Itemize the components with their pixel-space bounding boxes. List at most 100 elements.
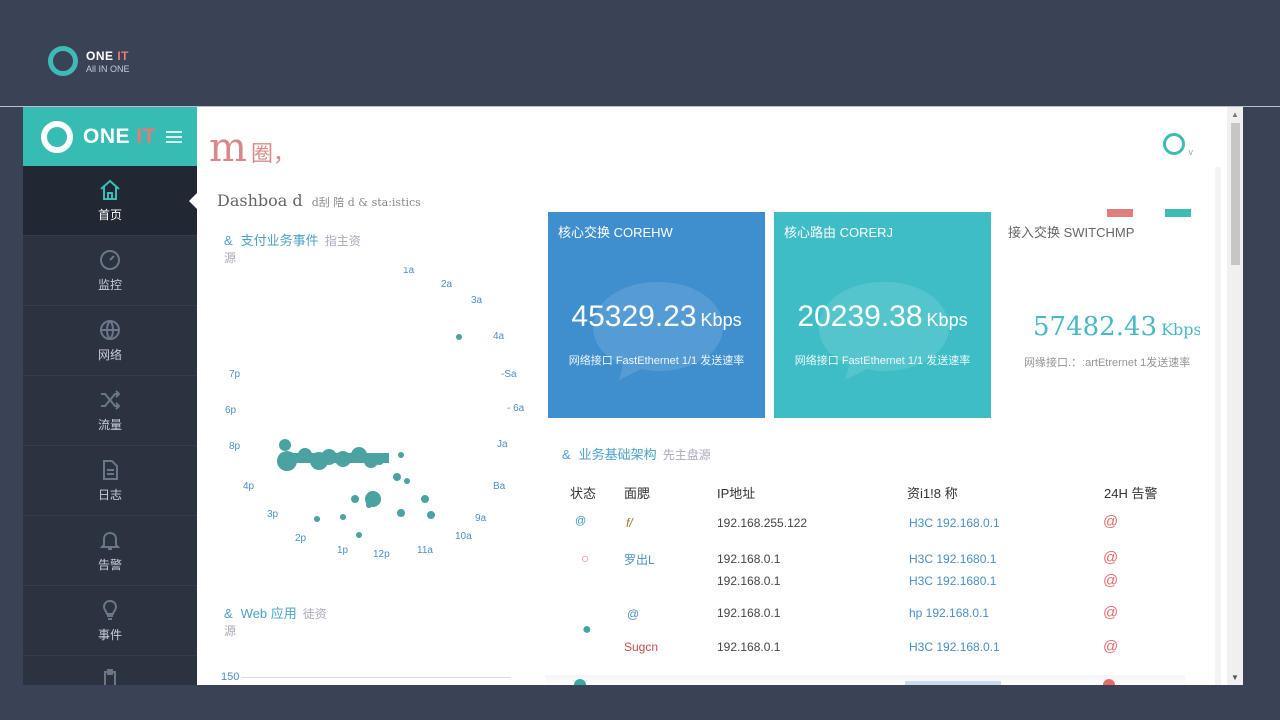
row-alarm[interactable]: @ bbox=[1103, 513, 1118, 530]
clock-hour-label: 6p bbox=[225, 405, 237, 416]
card-value-unit: Kbps bbox=[926, 310, 968, 330]
table-header-status: 状态 bbox=[570, 486, 597, 501]
dashboard-title: Dashboa d d刮 陪 d & sta:istics bbox=[217, 191, 421, 210]
clock-hour-label: 2a bbox=[441, 279, 453, 290]
clock-event-dot bbox=[351, 495, 359, 503]
web-section-hint2: 源 bbox=[224, 624, 237, 638]
sidebar-item-home[interactable]: 首页 bbox=[23, 166, 197, 236]
vertical-scrollbar[interactable]: ▲ ▼ bbox=[1227, 107, 1243, 685]
scroll-up-icon[interactable]: ▲ bbox=[1231, 110, 1239, 119]
row-device[interactable]: H3C 192.168.0.1 bbox=[909, 516, 1000, 530]
row-status: ○ bbox=[581, 550, 590, 566]
right-rail bbox=[1215, 167, 1221, 685]
card-value: 20239.38 Kbps bbox=[774, 300, 991, 334]
table-header-ip: IP地址 bbox=[717, 486, 756, 501]
web-section-title: & Web 应用 徒资 源 bbox=[224, 603, 327, 639]
clock-hour-label: Ba bbox=[493, 481, 506, 492]
card-value-unit: Kbps bbox=[1161, 320, 1200, 339]
card-description: 网络接口 FastEthernet 1/1 发送速率 bbox=[794, 355, 971, 367]
row-name[interactable]: f/ bbox=[626, 516, 633, 530]
event-clock-chart: 1a 2a 3a 4a -Sa - 6a Ja Ba 9a 10a 11a 12p 1p 2p 3p 4p 8p… bbox=[219, 265, 539, 567]
top-tagline: All IN ONE bbox=[86, 63, 130, 74]
web-chart-ymax: 150 bbox=[221, 671, 240, 683]
sidebar-item-monitor[interactable]: 监控 bbox=[23, 236, 197, 306]
row-device[interactable]: H3C 192.1680.1 bbox=[909, 574, 996, 588]
sidebar-brand: ONE IT bbox=[83, 125, 156, 149]
top-bar: ONE IT All IN ONE bbox=[0, 0, 1280, 106]
card-title: 接入交换 SWITCHMP bbox=[1008, 225, 1135, 240]
clock-chart-svg: 1a 2a 3a 4a -Sa - 6a Ja Ba 9a10a 11a 12p 1p 2p 3p 4p 8p… bbox=[225, 265, 525, 560]
row-device[interactable]: H3C 192.168.0.1 bbox=[909, 640, 1000, 654]
row-name[interactable]: @ bbox=[627, 607, 639, 621]
clock-hour-label: 1p bbox=[337, 545, 349, 556]
web-section-hint: 徒资 bbox=[302, 607, 327, 621]
dashboard-subtitle: d刮 陪 d & sta:istics bbox=[311, 196, 421, 209]
clock-event-dot bbox=[366, 502, 372, 508]
row-alarm[interactable]: @ bbox=[1103, 638, 1118, 655]
row-alarm[interactable]: @ bbox=[1103, 572, 1118, 589]
clock-event-bar bbox=[283, 453, 389, 463]
row-ip: 192.168.0.1 bbox=[717, 552, 781, 566]
row-name[interactable]: 罗出L bbox=[624, 551, 655, 568]
dashboard-title-text: Dashboa d bbox=[217, 191, 303, 210]
card-value: 45329.23 Kbps bbox=[548, 300, 765, 334]
sidebar-item-traffic[interactable]: 流量 bbox=[23, 376, 197, 446]
sidebar-item-events[interactable]: 事件 bbox=[23, 586, 197, 656]
payment-section-label: 支付业务事件 bbox=[240, 233, 319, 248]
sidebar-item-more[interactable] bbox=[23, 656, 197, 685]
home-icon bbox=[100, 179, 120, 200]
web-chart-axis bbox=[241, 677, 511, 678]
section-amp-icon: & bbox=[224, 233, 233, 248]
core-router-card[interactable]: 核心路由 CORERJ 20239.38 Kbps 网络接口 FastEthern… bbox=[774, 212, 991, 418]
sidebar-item-label: 监控 bbox=[97, 278, 122, 292]
access-switch-card[interactable]: 接入交换 SWITCHMP 57482.43 Kbps 网缘接口.：ːartEtr… bbox=[1000, 212, 1200, 418]
sidebar-item-label: 网络 bbox=[97, 348, 122, 362]
payment-section-hint2: 源 bbox=[224, 251, 237, 265]
clock-hour-label: 2p bbox=[295, 533, 307, 544]
row-device[interactable]: hp 192.168.0.1 bbox=[909, 606, 989, 620]
row-ip: 192.168.0.1 bbox=[717, 640, 781, 654]
sidebar-item-alerts[interactable]: 告警 bbox=[23, 516, 197, 586]
clipboard-icon bbox=[104, 669, 116, 685]
payment-section-hint: 指主资 bbox=[324, 234, 361, 248]
row-name[interactable]: Sugcn bbox=[624, 640, 658, 654]
clock-hour-label: 4p bbox=[243, 481, 255, 492]
clock-event-dot bbox=[404, 478, 410, 484]
lightbulb-icon bbox=[102, 599, 118, 620]
clock-event-dot bbox=[456, 334, 462, 340]
web-section-label: Web 应用 bbox=[240, 606, 297, 621]
top-brand-accent: IT bbox=[117, 48, 130, 63]
clock-hour-label: 4a bbox=[493, 331, 505, 342]
section-amp-icon: & bbox=[224, 606, 233, 621]
row-alarm[interactable]: @ bbox=[1103, 604, 1118, 621]
row-device-faded bbox=[905, 681, 1001, 685]
scroll-down-icon[interactable]: ▼ bbox=[1231, 673, 1239, 682]
app-window: ONE IT 首页 监控 网络 流量 日志 告警 事件 m 圈， v Dashb… bbox=[23, 107, 1243, 685]
gauge-icon bbox=[100, 250, 120, 270]
clock-event-dot bbox=[398, 452, 404, 458]
sidebar-item-label: 日志 bbox=[97, 488, 122, 502]
clock-event-dot bbox=[314, 516, 320, 522]
user-avatar-icon[interactable] bbox=[1163, 133, 1185, 155]
sidebar-item-label: 告警 bbox=[97, 558, 122, 572]
sidebar-item-label: 事件 bbox=[97, 628, 122, 642]
clock-event-dot bbox=[421, 495, 429, 503]
menu-toggle-icon[interactable] bbox=[166, 130, 183, 143]
core-switch-card[interactable]: 核心交换 COREHW 45329.23 Kbps 网络接口 FastEthern… bbox=[548, 212, 765, 418]
infra-section-label: 业务基础架构 bbox=[578, 447, 657, 462]
sidebar-item-label: 流量 bbox=[97, 418, 122, 432]
clock-hour-label: Ja bbox=[497, 439, 508, 450]
sidebar-item-network[interactable]: 网络 bbox=[23, 306, 197, 376]
clock-event-dot bbox=[356, 532, 362, 538]
row-alarm[interactable]: @ bbox=[1103, 549, 1118, 566]
clock-hour-label: -Sa bbox=[501, 369, 517, 380]
clock-event-dot bbox=[427, 511, 435, 519]
page-header-title: m 圈， bbox=[209, 125, 295, 171]
row-device[interactable]: H3C 192.1680.1 bbox=[909, 552, 996, 566]
top-logo[interactable]: ONE IT All IN ONE bbox=[48, 46, 130, 76]
scrollbar-thumb[interactable] bbox=[1231, 123, 1240, 265]
card-value-number: 20239.38 bbox=[797, 300, 923, 333]
user-menu-caret-icon[interactable]: v bbox=[1189, 147, 1194, 157]
clock-hour-label: 7p bbox=[229, 369, 241, 380]
sidebar-item-logs[interactable]: 日志 bbox=[23, 446, 197, 516]
